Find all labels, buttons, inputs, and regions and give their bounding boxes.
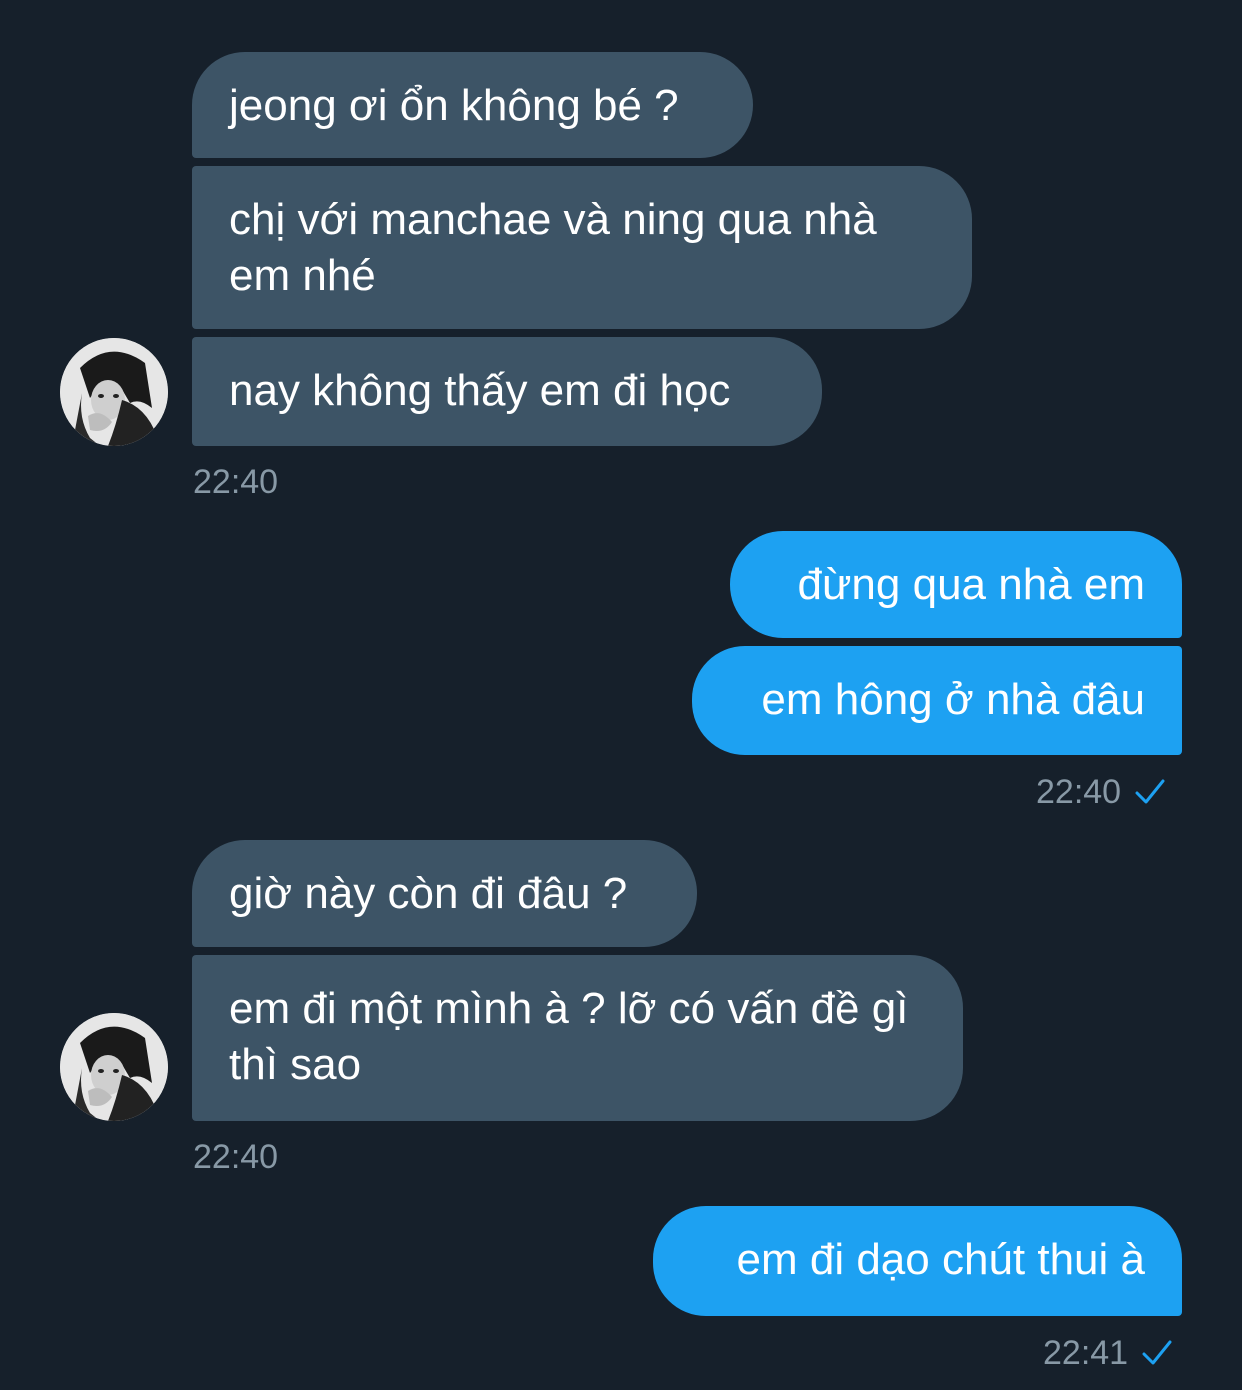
message-text: em hông ở nhà đâu xyxy=(761,675,1145,724)
incoming-message[interactable]: chị với manchae và ning qua nhà em nhé xyxy=(192,166,972,329)
message-text: jeong ơi ổn không bé ? xyxy=(229,81,679,130)
timestamp-row: 22:41 xyxy=(1043,1333,1174,1373)
message-text: em đi dạo chút thui à xyxy=(736,1235,1145,1284)
timestamp: 22:40 xyxy=(193,463,279,501)
contact-avatar[interactable] xyxy=(60,1013,168,1121)
timestamp: 22:41 xyxy=(1043,1334,1129,1372)
incoming-message[interactable]: giờ này còn đi đâu ? xyxy=(192,840,697,947)
timestamp-row: 22:40 xyxy=(1036,772,1167,812)
message-text: em đi một mình à ? lỡ có vấn đề gì thì s… xyxy=(229,984,909,1089)
timestamp: 22:40 xyxy=(193,1138,279,1176)
message-text: chị với manchae và ning qua nhà em nhé xyxy=(229,195,877,300)
incoming-message[interactable]: nay không thấy em đi học xyxy=(192,337,822,446)
incoming-message[interactable]: jeong ơi ổn không bé ? xyxy=(192,52,753,158)
contact-avatar[interactable] xyxy=(60,338,168,446)
message-text: giờ này còn đi đâu ? xyxy=(229,869,628,918)
incoming-message[interactable]: em đi một mình à ? lỡ có vấn đề gì thì s… xyxy=(192,955,963,1121)
timestamp: 22:40 xyxy=(1036,773,1122,811)
outgoing-message[interactable]: em đi dạo chút thui à xyxy=(653,1206,1182,1316)
checkmark-icon xyxy=(1142,1340,1172,1365)
outgoing-message[interactable]: đừng qua nhà em xyxy=(730,531,1182,638)
message-text: nay không thấy em đi học xyxy=(229,366,731,415)
checkmark-icon xyxy=(1135,779,1165,804)
message-text: đừng qua nhà em xyxy=(797,560,1146,609)
outgoing-message[interactable]: em hông ở nhà đâu xyxy=(692,646,1182,755)
message-thread: jeong ơi ổn không bé ? chị với manchae v… xyxy=(0,0,1242,1390)
